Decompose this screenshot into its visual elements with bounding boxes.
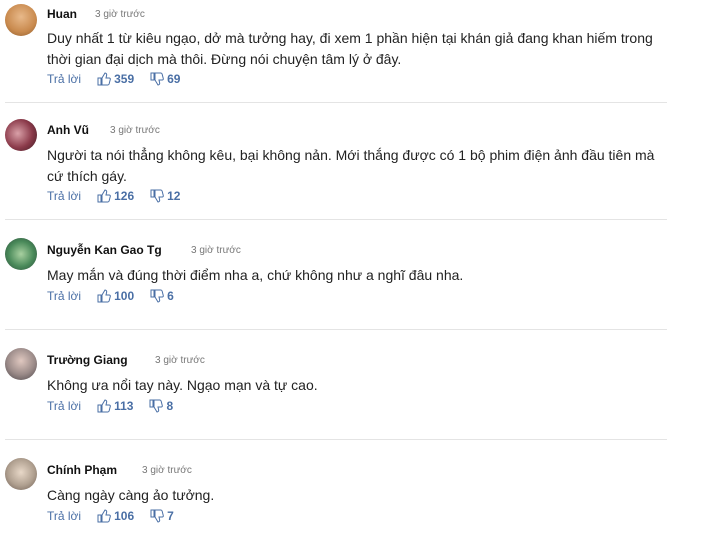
- thumbs-up-icon: [97, 509, 111, 523]
- divider: [5, 102, 667, 103]
- like-button[interactable]: 359: [97, 72, 134, 86]
- comment-author[interactable]: Chính Phạm: [47, 463, 117, 477]
- reply-button[interactable]: Trả lời: [47, 399, 81, 413]
- comment-time: 3 giờ trước: [95, 9, 145, 20]
- like-count: 100: [114, 289, 135, 303]
- dislike-count: 8: [166, 399, 174, 413]
- thumbs-up-icon: [97, 189, 111, 203]
- reply-button[interactable]: Trả lời: [47, 289, 81, 303]
- avatar[interactable]: [5, 4, 37, 36]
- comment-time: 3 giờ trước: [142, 465, 192, 476]
- dislike-count: 69: [167, 72, 181, 86]
- comment-actions: Trả lời 359 69: [47, 72, 180, 86]
- avatar[interactable]: [5, 119, 37, 151]
- comment-time: 3 giờ trước: [191, 245, 241, 256]
- comment-text: May mắn và đúng thời điểm nha a, chứ khô…: [47, 267, 464, 283]
- comment-author[interactable]: Trường Giang: [47, 353, 128, 367]
- like-button[interactable]: 100: [97, 289, 134, 303]
- dislike-count: 6: [167, 289, 174, 303]
- thumbs-down-icon: [150, 289, 164, 303]
- dislike-button[interactable]: 8: [149, 399, 173, 413]
- dislike-button[interactable]: 12: [150, 189, 180, 203]
- thumbs-down-icon: [149, 399, 164, 413]
- reply-button[interactable]: Trả lời: [47, 72, 81, 86]
- like-count: 106: [114, 509, 135, 523]
- comment-text: Không ưa nổi tay này. Ngạo mạn và tự cao…: [47, 377, 318, 393]
- divider: [5, 329, 667, 330]
- comment-text: Càng ngày càng ảo tưởng.: [47, 487, 215, 503]
- comment-text: Người ta nói thẳng không kêu, bại không …: [47, 147, 655, 184]
- thumbs-down-icon: [150, 189, 164, 203]
- comment-time: 3 giờ trước: [110, 125, 160, 136]
- like-button[interactable]: 106: [97, 509, 134, 523]
- reply-button[interactable]: Trả lời: [47, 189, 81, 203]
- thumbs-up-icon: [97, 72, 111, 86]
- comment-time: 3 giờ trước: [155, 355, 205, 366]
- like-button[interactable]: 113: [97, 399, 133, 413]
- dislike-button[interactable]: 69: [150, 72, 180, 86]
- comment-text: Duy nhất 1 từ kiêu ngạo, dở mà tưởng hay…: [47, 30, 653, 67]
- like-count: 113: [114, 399, 134, 413]
- dislike-button[interactable]: 7: [150, 509, 174, 523]
- dislike-count: 7: [167, 509, 174, 523]
- dislike-count: 12: [167, 189, 181, 203]
- dislike-button[interactable]: 6: [150, 289, 174, 303]
- avatar[interactable]: [5, 458, 37, 490]
- comment-actions: Trả lời 100 6: [47, 289, 174, 303]
- avatar[interactable]: [5, 238, 37, 270]
- reply-button[interactable]: Trả lời: [47, 509, 81, 523]
- thumbs-up-icon: [97, 289, 111, 303]
- comment-author[interactable]: Nguyễn Kan Gao Tg: [47, 243, 162, 257]
- comment-author[interactable]: Anh Vũ: [47, 123, 89, 137]
- comment-actions: Trả lời 113 8: [47, 399, 173, 413]
- divider: [5, 219, 667, 220]
- like-button[interactable]: 126: [97, 189, 134, 203]
- divider: [5, 439, 667, 440]
- thumbs-down-icon: [150, 509, 164, 523]
- comment-author[interactable]: Huan: [47, 7, 77, 21]
- thumbs-up-icon: [97, 399, 111, 413]
- comment-actions: Trả lời 106 7: [47, 509, 174, 523]
- comment-actions: Trả lời 126 12: [47, 189, 180, 203]
- like-count: 126: [114, 189, 135, 203]
- avatar[interactable]: [5, 348, 37, 380]
- like-count: 359: [114, 72, 135, 86]
- thumbs-down-icon: [150, 72, 164, 86]
